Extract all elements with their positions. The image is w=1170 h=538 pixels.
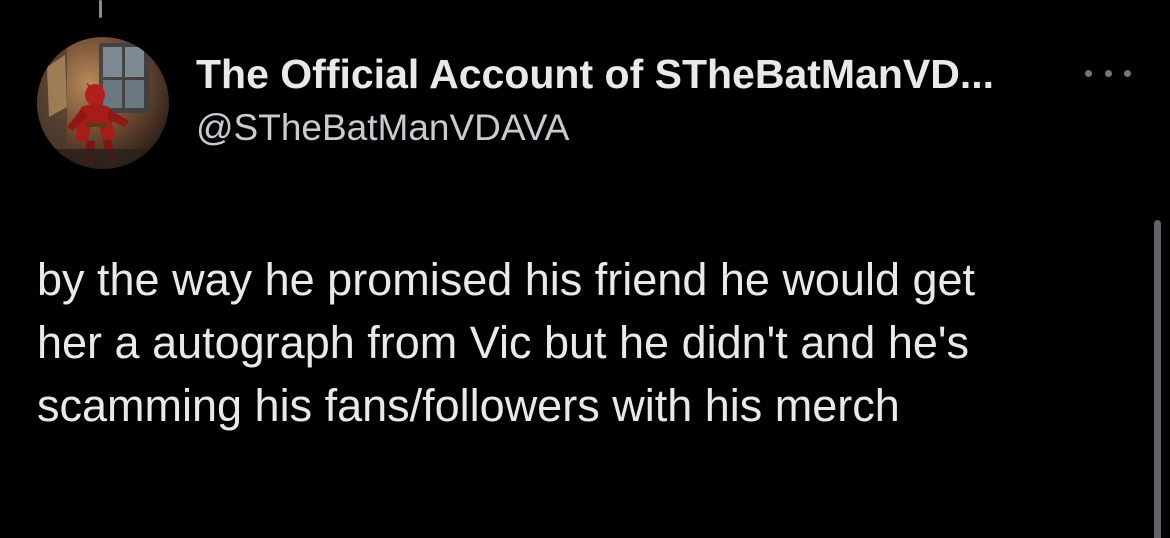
author-display-name[interactable]: The Official Account of STheBatManVD...	[196, 48, 1056, 100]
author-avatar[interactable]	[37, 37, 169, 169]
more-options-button[interactable]	[1085, 62, 1131, 84]
author-handle[interactable]: @STheBatManVDAVA	[196, 104, 569, 152]
post-text: by the way he promised his friend he wou…	[37, 254, 976, 431]
red-masked-hero-avatar-icon	[37, 37, 169, 169]
thread-connector-line	[99, 0, 102, 18]
scrollbar[interactable]	[1154, 220, 1161, 538]
more-dot	[1104, 69, 1112, 77]
more-dot	[1124, 69, 1131, 77]
more-horizontal-icon	[1085, 69, 1092, 77]
